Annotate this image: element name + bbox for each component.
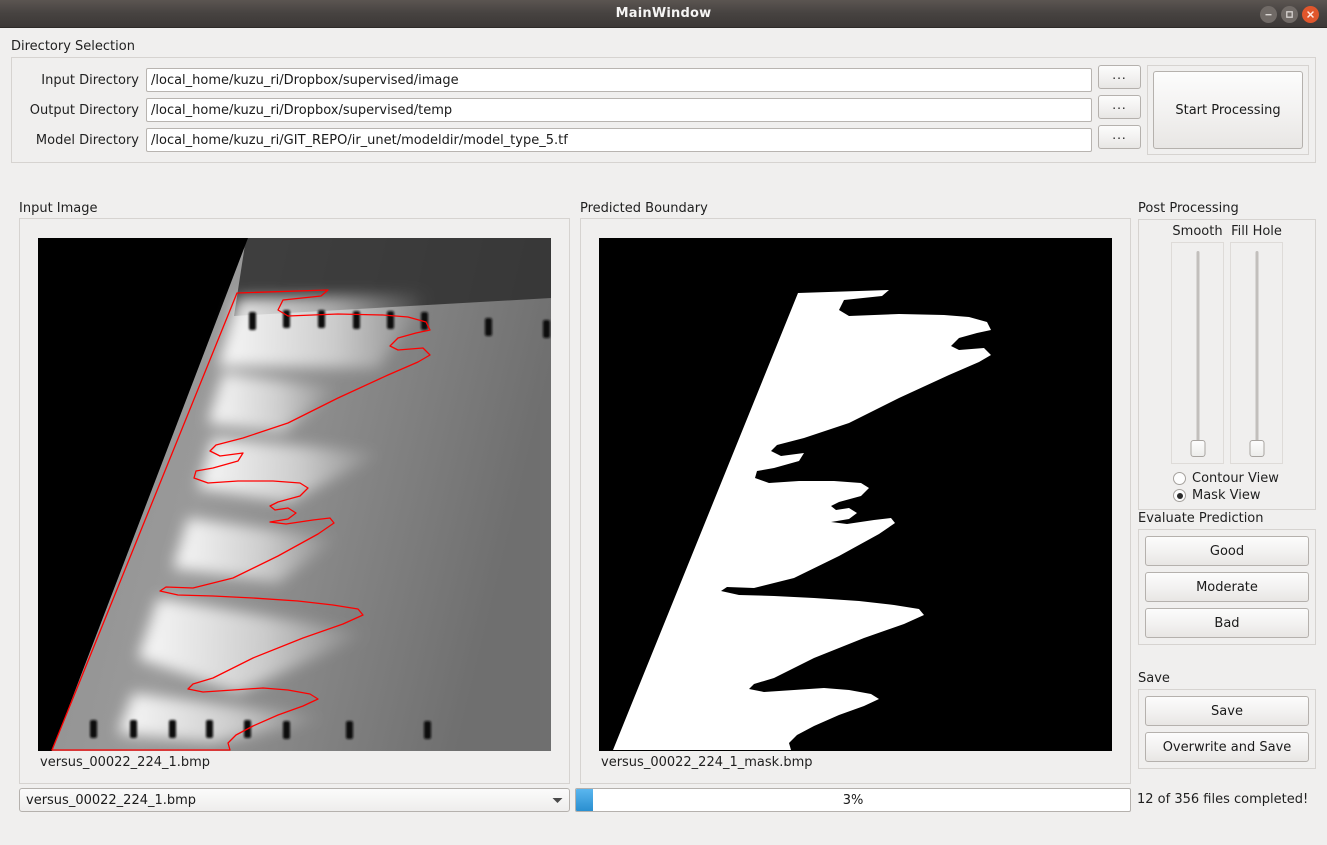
- directory-selection-title: Directory Selection: [11, 39, 135, 54]
- contour-view-option[interactable]: Contour View: [1143, 469, 1311, 486]
- evaluate-moderate-button[interactable]: Moderate: [1145, 572, 1309, 602]
- model-directory-field[interactable]: [146, 128, 1092, 152]
- progress-bar-text: 3%: [842, 792, 864, 808]
- close-icon[interactable]: [1302, 5, 1319, 23]
- browse-buttons: ... ... ...: [1092, 65, 1147, 149]
- fill-hole-slider[interactable]: [1230, 242, 1283, 464]
- input-directory-field[interactable]: [146, 68, 1092, 92]
- start-processing-container: Start Processing: [1147, 65, 1309, 155]
- save-group-title: Save: [1138, 671, 1170, 686]
- predicted-mask-caption: versus_00022_224_1_mask.bmp: [601, 755, 813, 770]
- contour-view-label: Contour View: [1192, 471, 1279, 486]
- file-select-combo-value: versus_00022_224_1.bmp: [26, 792, 197, 808]
- smooth-slider-label: Smooth: [1172, 224, 1223, 239]
- maximize-icon[interactable]: [1281, 5, 1298, 23]
- input-image-render: [38, 238, 551, 751]
- mask-view-radio-icon[interactable]: [1173, 489, 1186, 502]
- output-directory-label: Output Directory: [29, 102, 139, 118]
- smooth-slider-handle[interactable]: [1190, 440, 1205, 457]
- smooth-slider[interactable]: [1171, 242, 1224, 464]
- save-button[interactable]: Save: [1145, 696, 1309, 726]
- input-image-title: Input Image: [19, 201, 98, 216]
- browse-input-directory-button[interactable]: ...: [1098, 65, 1141, 89]
- fill-hole-slider-handle[interactable]: [1249, 440, 1264, 457]
- processing-progress-bar: 3%: [575, 788, 1131, 812]
- mask-view-option[interactable]: Mask View: [1143, 486, 1311, 503]
- mask-view-label: Mask View: [1192, 488, 1261, 503]
- window-titlebar: MainWindow: [0, 0, 1327, 28]
- smooth-slider-unit: Smooth: [1171, 224, 1224, 464]
- evaluate-good-button[interactable]: Good: [1145, 536, 1309, 566]
- post-processing-group: Post Processing Smooth Fill Hole Contour…: [1138, 201, 1316, 510]
- predicted-boundary-title: Predicted Boundary: [580, 201, 708, 216]
- browse-model-directory-button[interactable]: ...: [1098, 125, 1141, 149]
- file-select-combo[interactable]: versus_00022_224_1.bmp: [19, 788, 570, 812]
- chevron-down-icon[interactable]: [552, 793, 563, 808]
- fill-hole-slider-groove: [1255, 251, 1258, 455]
- smooth-slider-groove: [1196, 251, 1199, 455]
- start-processing-button[interactable]: Start Processing: [1153, 71, 1303, 149]
- input-directory-row: Input Directory: [18, 65, 1092, 95]
- window-title: MainWindow: [615, 6, 712, 21]
- minimize-icon[interactable]: [1260, 5, 1277, 23]
- mask-view-radio-dot: [1176, 492, 1183, 499]
- output-directory-row: Output Directory: [18, 95, 1092, 125]
- output-directory-field[interactable]: [146, 98, 1092, 122]
- evaluate-bad-button[interactable]: Bad: [1145, 608, 1309, 638]
- predicted-mask-canvas: [599, 238, 1112, 751]
- overwrite-and-save-button[interactable]: Overwrite and Save: [1145, 732, 1309, 762]
- model-directory-row: Model Directory: [18, 125, 1092, 155]
- window-controls: [1260, 0, 1319, 28]
- files-completed-status: 12 of 356 files completed!: [1137, 792, 1309, 807]
- evaluate-prediction-title: Evaluate Prediction: [1138, 511, 1264, 526]
- predicted-boundary-panel: versus_00022_224_1_mask.bmp: [580, 218, 1131, 784]
- fill-hole-slider-unit: Fill Hole: [1230, 224, 1283, 464]
- browse-output-directory-button[interactable]: ...: [1098, 95, 1141, 119]
- input-image-caption: versus_00022_224_1.bmp: [40, 755, 211, 770]
- model-directory-label: Model Directory: [35, 132, 139, 148]
- fill-hole-slider-label: Fill Hole: [1231, 224, 1282, 239]
- input-image-canvas: [38, 238, 551, 751]
- directory-selection-group: Directory Selection Input Directory Outp…: [11, 39, 1316, 163]
- save-group: Save Save Overwrite and Save: [1138, 671, 1316, 769]
- post-processing-title: Post Processing: [1138, 201, 1239, 216]
- input-directory-label: Input Directory: [41, 72, 139, 88]
- evaluate-prediction-group: Evaluate Prediction Good Moderate Bad: [1138, 511, 1316, 645]
- input-image-panel: versus_00022_224_1.bmp: [19, 218, 570, 784]
- predicted-mask-render: [599, 238, 1112, 751]
- contour-view-radio-icon[interactable]: [1173, 472, 1186, 485]
